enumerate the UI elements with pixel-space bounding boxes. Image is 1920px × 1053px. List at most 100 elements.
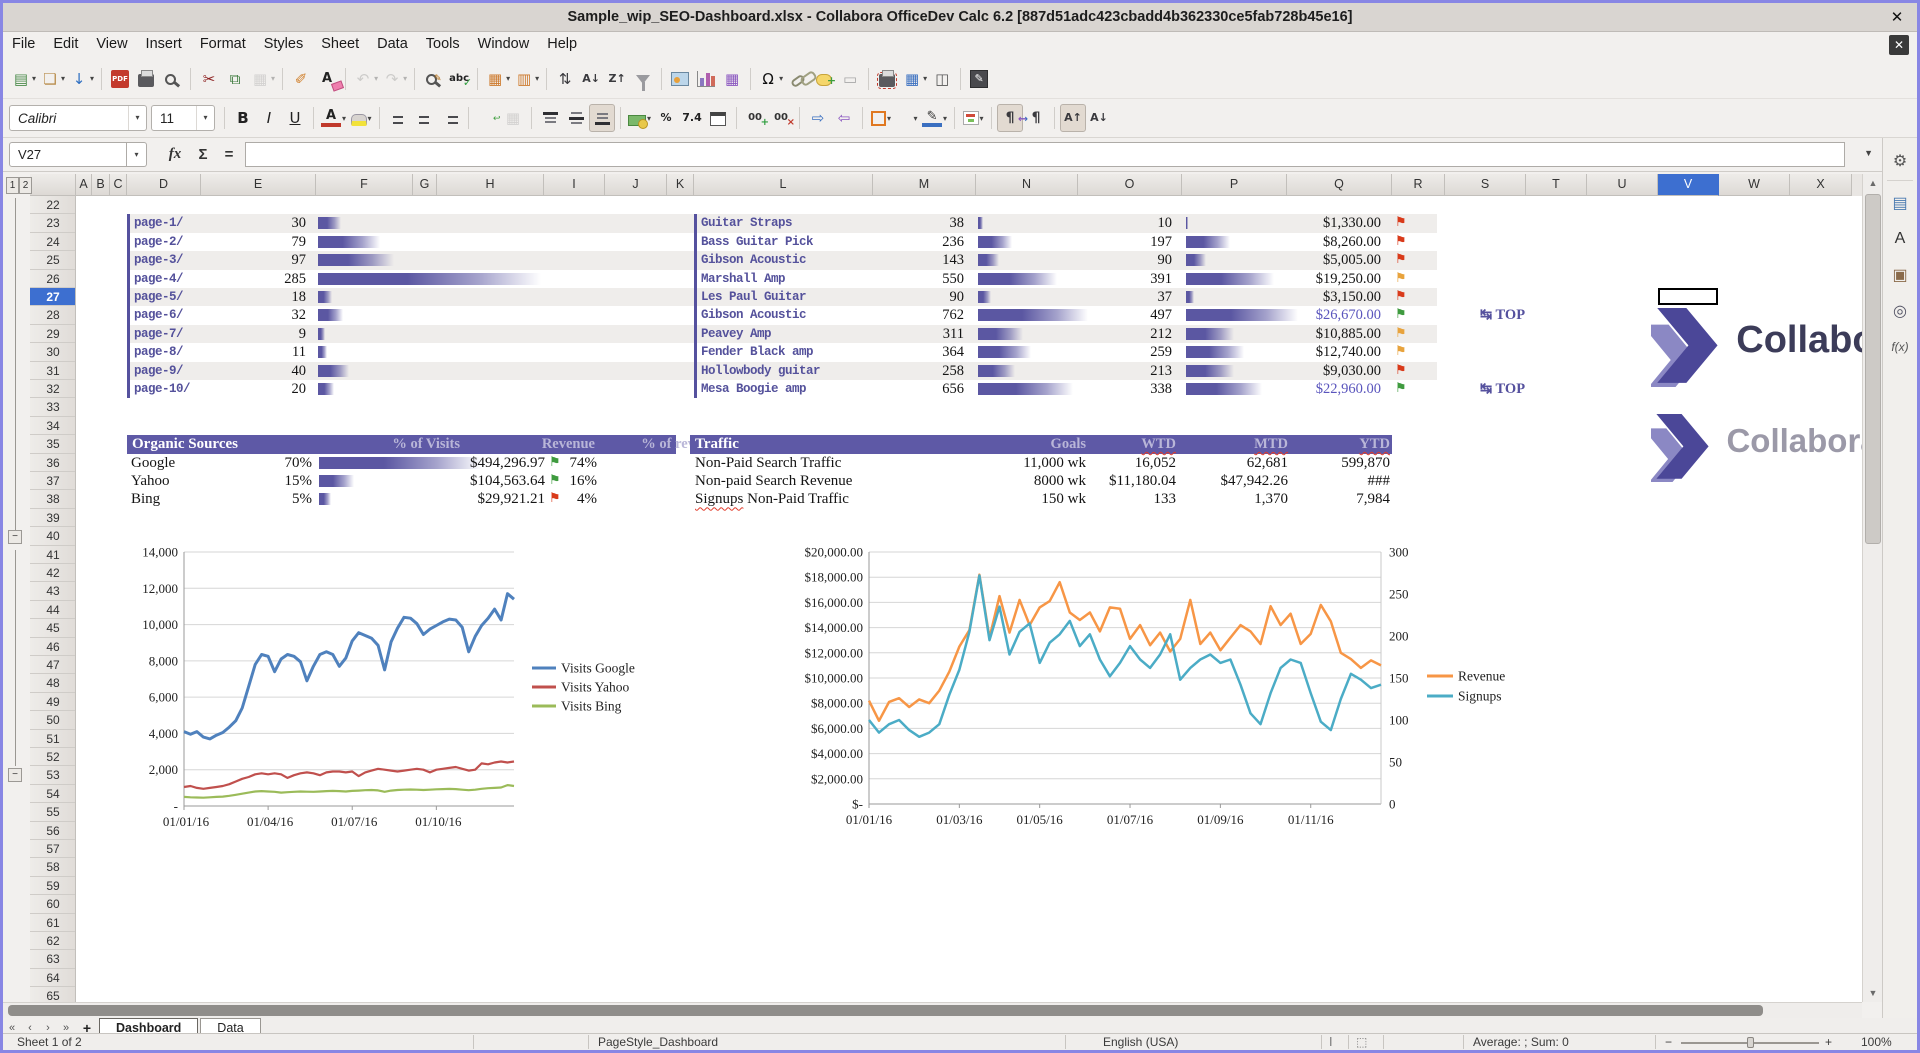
row-header-43[interactable]: 43 [30,582,76,600]
product-conversions[interactable]: 497 [1086,306,1172,324]
borders-button[interactable]: ▾ [868,104,894,132]
page-name[interactable]: page-3/ [134,251,183,269]
row-header-40[interactable]: 40 [30,527,76,545]
organic-source-name[interactable]: Bing [131,490,160,508]
row-header-29[interactable]: 29 [30,325,76,343]
decrease-indent-button[interactable]: ⇦ [831,104,857,132]
number-format-button[interactable]: 7.4 [679,104,705,132]
page-visits[interactable]: 18 [201,288,306,306]
paragraph-rtl-button[interactable]: ¶ [1023,104,1049,132]
menu-insert[interactable]: Insert [137,32,191,56]
traffic-goal[interactable]: 11,000 wk [956,454,1086,472]
product-name[interactable]: Fender Black amp [701,343,813,361]
functions-icon[interactable]: f(x) [1883,332,1917,362]
font-name-combo[interactable]: Calibri▾ [9,105,147,131]
highlight-color-dropdown-icon[interactable]: ▾ [368,114,372,123]
page-visits[interactable]: 20 [201,380,306,398]
freeze-panes-dropdown-icon[interactable]: ▾ [923,74,927,83]
row-header-55[interactable]: 55 [30,803,76,821]
product-revenue[interactable]: $12,740.00 [1276,343,1381,361]
bold-button[interactable]: B [230,104,256,132]
product-conversions[interactable]: 37 [1086,288,1172,306]
insert-comment-button[interactable] [811,65,837,93]
print-button[interactable] [133,65,159,93]
product-revenue[interactable]: $22,960.00 [1276,380,1381,398]
row-header-59[interactable]: 59 [30,877,76,895]
borders-dropdown-icon[interactable]: ▾ [887,114,891,123]
traffic-wtd[interactable]: 16,052 [1076,454,1176,472]
increase-indent-button[interactable]: ⇨ [805,104,831,132]
horizontal-scrollbar-thumb[interactable] [8,1005,1763,1016]
sort-button[interactable]: ⇅ [552,65,578,93]
paste-button[interactable]: ▦▾ [248,65,277,93]
menu-file[interactable]: File [3,32,44,56]
row-header-35[interactable]: 35 [30,435,76,453]
special-character-dropdown-icon[interactable]: ▾ [779,74,783,83]
column-header-T[interactable]: T [1526,174,1587,196]
row-header-57[interactable]: 57 [30,840,76,858]
row-header-49[interactable]: 49 [30,693,76,711]
align-right-button[interactable] [437,104,463,132]
navigator-icon[interactable]: ◎ [1883,296,1917,326]
column-header-B[interactable]: B [92,174,110,196]
product-conversions[interactable]: 259 [1086,343,1172,361]
organic-share[interactable]: 4% [547,490,597,508]
cut-button[interactable]: ✂ [196,65,222,93]
product-revenue[interactable]: $5,005.00 [1276,251,1381,269]
page-name[interactable]: page-10/ [134,380,190,398]
product-units[interactable]: 364 [876,343,964,361]
scroll-up-icon[interactable]: ▲ [1863,174,1883,192]
align-top-button[interactable] [537,104,563,132]
product-conversions[interactable]: 197 [1086,233,1172,251]
organic-share[interactable]: 16% [547,472,597,490]
row-header-24[interactable]: 24 [30,233,76,251]
product-name[interactable]: Gibson Acoustic [701,306,806,324]
expand-formula-bar-icon[interactable]: ▼ [1864,148,1873,158]
text-direction-ttb-button[interactable]: A↓ [1086,104,1112,132]
row-header-46[interactable]: 46 [30,638,76,656]
row-header-36[interactable]: 36 [30,454,76,472]
row-header-23[interactable]: 23 [30,214,76,232]
menu-sheet[interactable]: Sheet [312,32,368,56]
currency-format-button[interactable]: ▾ [626,104,653,132]
zoom-in-icon[interactable]: + [1825,1035,1832,1050]
split-window-button[interactable]: ◫ [929,65,955,93]
product-name[interactable]: Les Paul Guitar [701,288,806,306]
page-name[interactable]: page-5/ [134,288,183,306]
column-header-U[interactable]: U [1587,174,1658,196]
menu-window[interactable]: Window [469,32,539,56]
row-header-44[interactable]: 44 [30,601,76,619]
paste-dropdown-icon[interactable]: ▾ [271,74,275,83]
column-header-I[interactable]: I [544,174,605,196]
row-header-26[interactable]: 26 [30,270,76,288]
font-name-dropdown-icon[interactable]: ▾ [128,106,146,130]
function-wizard-button[interactable]: fx [163,142,187,167]
undo-dropdown-icon[interactable]: ▾ [374,74,378,83]
special-character-button[interactable]: Ω▾ [756,65,785,93]
column-header-M[interactable]: M [873,174,976,196]
column-header-V[interactable]: V [1658,174,1719,196]
traffic-mtd[interactable]: 1,370 [1178,490,1288,508]
row-header-54[interactable]: 54 [30,785,76,803]
zoom-out-icon[interactable]: − [1665,1035,1672,1050]
organic-share[interactable]: 74% [547,454,597,472]
row-outline-margin[interactable]: − − [3,196,30,1002]
row-header-38[interactable]: 38 [30,490,76,508]
row-header-41[interactable]: 41 [30,546,76,564]
row-header-33[interactable]: 33 [30,398,76,416]
vertical-scrollbar-thumb[interactable] [1865,194,1881,544]
product-units[interactable]: 550 [876,270,964,288]
product-revenue[interactable]: $10,885.00 [1276,325,1381,343]
zoom-level[interactable]: 100% [1861,1035,1892,1050]
product-name[interactable]: Mesa Boogie amp [701,380,806,398]
column-header-J[interactable]: J [605,174,667,196]
page-style[interactable]: PageStyle_Dashboard [598,1035,718,1050]
row-header-60[interactable]: 60 [30,895,76,913]
headers-footers-button[interactable]: ▭ [837,65,863,93]
product-name[interactable]: Peavey Amp [701,325,771,343]
print-preview-button[interactable] [159,65,185,93]
row-header-63[interactable]: 63 [30,950,76,968]
row-header-39[interactable]: 39 [30,509,76,527]
conditional-formatting-button[interactable]: ▾ [960,104,986,132]
menu-format[interactable]: Format [191,32,255,56]
